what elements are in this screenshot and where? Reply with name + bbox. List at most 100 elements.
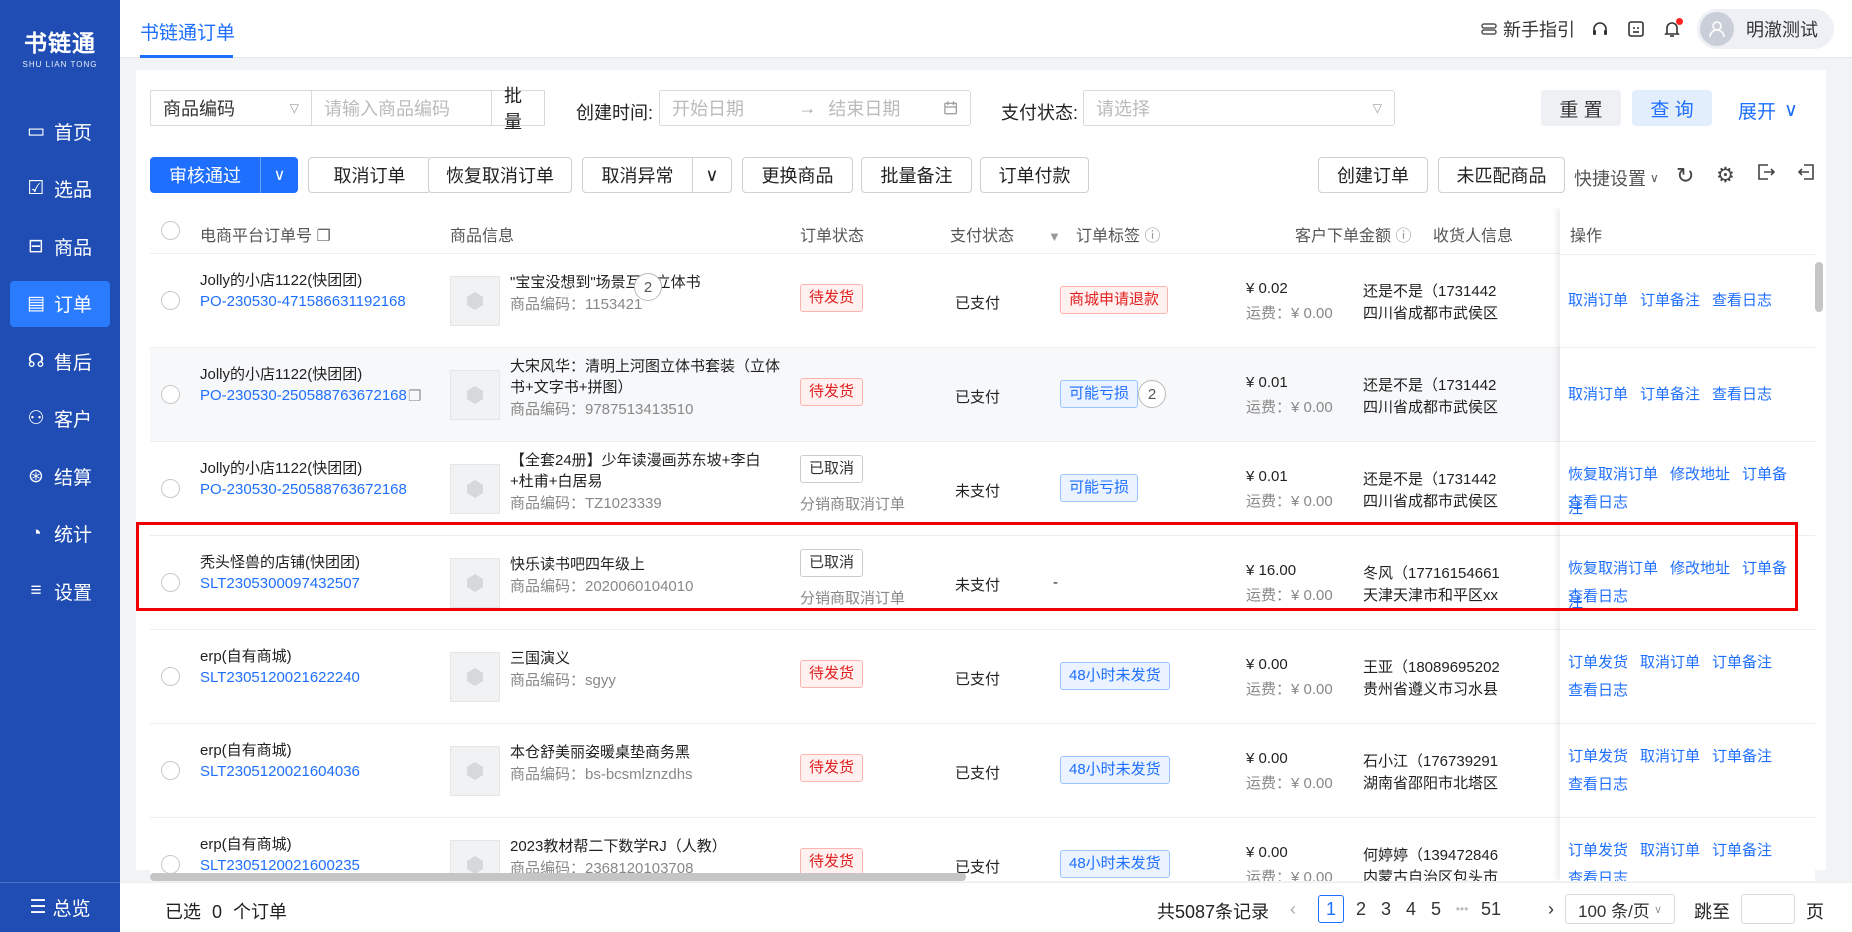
- order-pay-button[interactable]: 订单付款: [980, 157, 1089, 193]
- op-link[interactable]: 订单备注: [1712, 842, 1772, 859]
- jump-page-input[interactable]: [1741, 894, 1795, 924]
- message-icon[interactable]: [1625, 18, 1647, 40]
- quick-settings-dropdown[interactable]: 快捷设置 ∨: [1574, 165, 1659, 191]
- field-select[interactable]: 商品编码 ▽: [150, 90, 312, 126]
- sidebar-item-8[interactable]: ≡ 设置: [10, 568, 110, 614]
- prev-page-button[interactable]: ‹: [1280, 895, 1306, 923]
- order-no-link[interactable]: SLT2305300097432507: [200, 575, 360, 592]
- op-link[interactable]: 恢复取消订单: [1568, 466, 1658, 483]
- order-no-link[interactable]: PO-230530-471586631192168: [200, 293, 406, 310]
- op-link[interactable]: 修改地址: [1670, 466, 1730, 483]
- page-button[interactable]: 3: [1373, 895, 1399, 923]
- sidebar-item-7[interactable]: ◔ 统计: [10, 511, 110, 557]
- guide-link[interactable]: 新手指引: [1481, 16, 1575, 42]
- sidebar-item-1[interactable]: ☑ 选品: [10, 166, 110, 212]
- cancel-abnormal-dropdown[interactable]: ∨: [692, 157, 732, 193]
- batch-button[interactable]: 批量: [491, 86, 545, 132]
- reset-button[interactable]: 重 置: [1541, 90, 1621, 126]
- overview-button[interactable]: ☰ 总览: [0, 882, 120, 932]
- page-button[interactable]: 2: [1348, 895, 1374, 923]
- op-link[interactable]: 查看日志: [1568, 870, 1628, 881]
- bell-icon[interactable]: [1661, 18, 1683, 40]
- op-link[interactable]: 查看日志: [1568, 682, 1628, 699]
- row-checkbox[interactable]: [161, 479, 180, 498]
- row-checkbox[interactable]: [161, 855, 180, 874]
- page-button[interactable]: 5: [1423, 895, 1449, 923]
- order-no-link[interactable]: PO-230530-250588763672168: [200, 387, 407, 404]
- approve-button[interactable]: 审核通过: [150, 157, 260, 193]
- sidebar-item-2[interactable]: ⊟ 商品: [10, 223, 110, 269]
- row-checkbox[interactable]: [161, 573, 180, 592]
- op-link[interactable]: 订单发货: [1568, 748, 1628, 765]
- restore-cancel-button[interactable]: 恢复取消订单: [428, 157, 572, 193]
- op-link[interactable]: 查看日志: [1712, 292, 1772, 309]
- cancel-abnormal-button[interactable]: 取消异常: [582, 157, 693, 193]
- op-link[interactable]: 取消订单: [1568, 292, 1628, 309]
- op-link[interactable]: 订单备注: [1640, 386, 1700, 403]
- code-input[interactable]: 请输入商品编码: [311, 90, 492, 126]
- filter-icon[interactable]: ▼: [1048, 229, 1061, 244]
- chevron-down-icon: ▽: [289, 101, 299, 115]
- next-page-button[interactable]: ›: [1538, 895, 1564, 923]
- date-range-picker[interactable]: 开始日期 → 结束日期: [659, 90, 971, 126]
- export-icon[interactable]: [1756, 162, 1776, 187]
- user-menu[interactable]: 明澈测试: [1697, 9, 1834, 49]
- pay-status-select[interactable]: 请选择 ▽: [1083, 90, 1395, 126]
- row-checkbox[interactable]: [161, 291, 180, 310]
- row-checkbox[interactable]: [161, 761, 180, 780]
- gear-icon[interactable]: ⚙: [1716, 163, 1735, 188]
- op-link[interactable]: 取消订单: [1640, 748, 1700, 765]
- copy-icon[interactable]: ❐: [316, 228, 330, 245]
- cancel-order-button[interactable]: 取消订单: [308, 157, 431, 193]
- op-link[interactable]: 取消订单: [1640, 842, 1700, 859]
- op-link[interactable]: 修改地址: [1670, 560, 1730, 577]
- op-link[interactable]: 取消订单: [1640, 654, 1700, 671]
- order-no-link[interactable]: SLT2305120021600235: [200, 857, 360, 874]
- topbar: 书链通订单 新手指引 明澈测试: [120, 0, 1852, 58]
- vertical-scrollbar[interactable]: [1815, 262, 1823, 312]
- op-link[interactable]: 查看日志: [1712, 386, 1772, 403]
- page-button[interactable]: 51: [1478, 895, 1504, 923]
- order-no-link[interactable]: PO-230530-250588763672168: [200, 481, 407, 498]
- op-link[interactable]: 取消订单: [1568, 386, 1628, 403]
- collapse-icon[interactable]: [1796, 162, 1816, 187]
- select-all-checkbox[interactable]: [161, 221, 180, 240]
- sidebar-item-3[interactable]: ▤ 订单: [10, 280, 110, 327]
- op-link[interactable]: 查看日志: [1568, 588, 1628, 605]
- query-button[interactable]: 查 询: [1632, 90, 1712, 126]
- horizontal-scrollbar[interactable]: [150, 873, 966, 881]
- change-goods-button[interactable]: 更换商品: [742, 157, 853, 193]
- sidebar-item-6[interactable]: ⊛ 结算: [10, 453, 110, 499]
- help-icon[interactable]: ⓘ: [1395, 228, 1411, 245]
- op-link[interactable]: 订单发货: [1568, 842, 1628, 859]
- page-button[interactable]: 1: [1318, 895, 1344, 923]
- op-link[interactable]: 订单备注: [1640, 292, 1700, 309]
- batch-remark-button[interactable]: 批量备注: [861, 157, 972, 193]
- sidebar-item-0[interactable]: ▭ 首页: [10, 108, 110, 154]
- headset-icon[interactable]: [1589, 18, 1611, 40]
- op-link[interactable]: 订单备注: [1712, 654, 1772, 671]
- page-button[interactable]: 4: [1398, 895, 1424, 923]
- settle-icon: ⊛: [28, 465, 44, 487]
- row-checkbox[interactable]: [161, 385, 180, 404]
- refresh-icon[interactable]: ↻: [1676, 163, 1694, 189]
- op-link[interactable]: 订单备注: [1712, 748, 1772, 765]
- op-link[interactable]: 订单发货: [1568, 654, 1628, 671]
- copy-icon[interactable]: ❐: [408, 387, 421, 405]
- help-icon[interactable]: ⓘ: [1144, 228, 1160, 245]
- tab-shulian-orders[interactable]: 书链通订单: [140, 18, 235, 45]
- expand-toggle[interactable]: 展开 ∨: [1738, 97, 1798, 124]
- op-link[interactable]: 查看日志: [1568, 494, 1628, 511]
- op-link[interactable]: 查看日志: [1568, 776, 1628, 793]
- unmatched-goods-button[interactable]: 未匹配商品: [1438, 157, 1565, 193]
- op-link[interactable]: 恢复取消订单: [1568, 560, 1658, 577]
- sidebar-item-5[interactable]: ⚇ 客户: [10, 396, 110, 442]
- create-order-button[interactable]: 创建订单: [1318, 157, 1428, 193]
- sidebar-item-4[interactable]: ☊ 售后: [10, 338, 110, 384]
- order-no-link[interactable]: SLT2305120021622240: [200, 669, 360, 686]
- sidebar-item-label: 客户: [54, 410, 93, 431]
- order-no-link[interactable]: SLT2305120021604036: [200, 763, 360, 780]
- approve-dropdown-button[interactable]: ∨: [260, 157, 298, 193]
- page-size-select[interactable]: 100 条/页 ∨: [1565, 894, 1675, 924]
- row-checkbox[interactable]: [161, 667, 180, 686]
